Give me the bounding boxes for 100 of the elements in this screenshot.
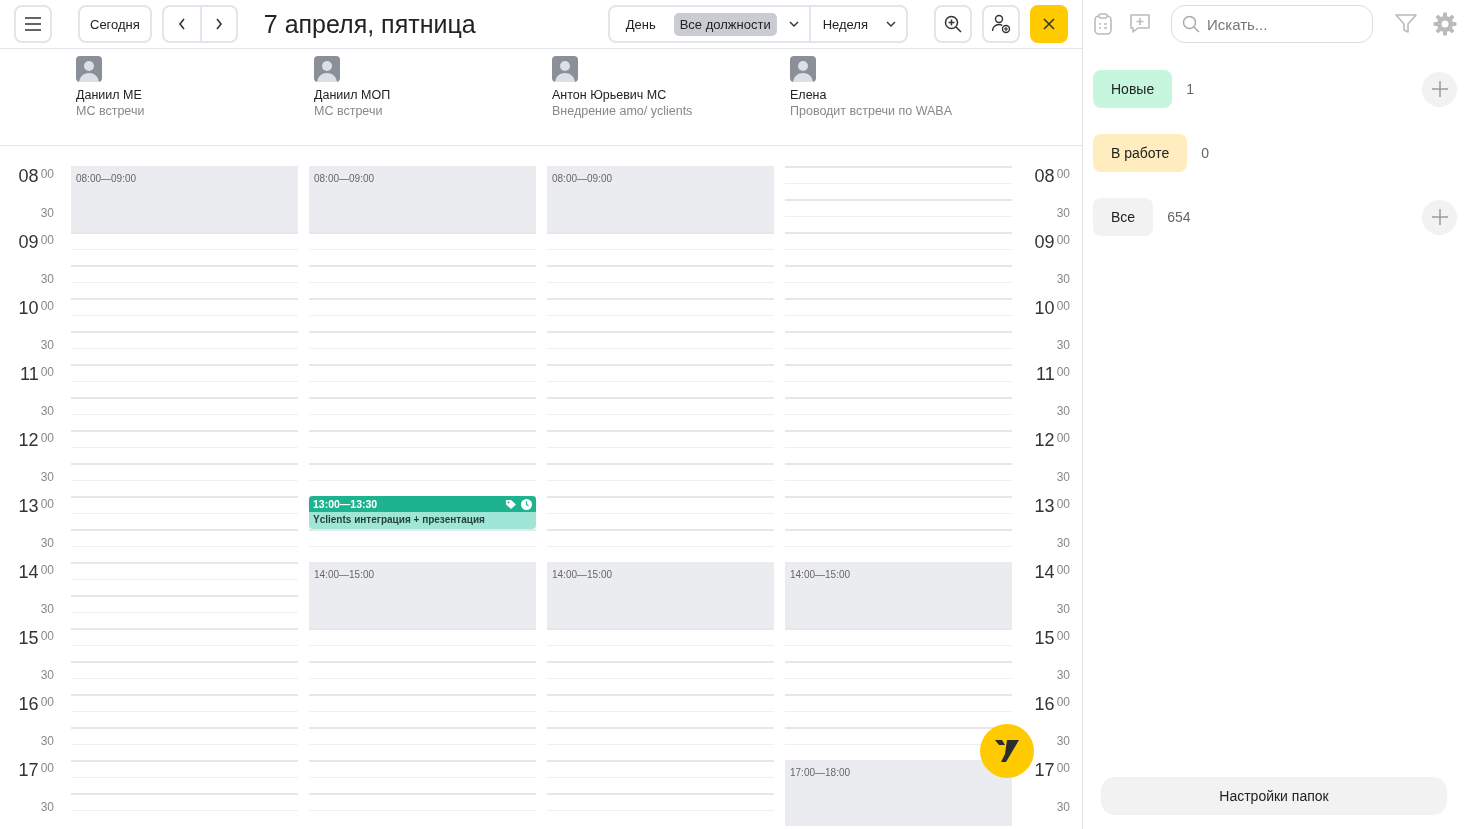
- date-title: 7 апреля, пятница: [263, 9, 477, 39]
- caret-icon: [886, 21, 896, 27]
- employee-role: МС встречи: [314, 104, 384, 118]
- close-button[interactable]: [1030, 5, 1068, 43]
- hour-label: 17: [1034, 760, 1055, 781]
- event-time: 17:00—18:00: [790, 767, 851, 778]
- caret-icon: [788, 21, 799, 27]
- event-time: 08:00—09:00: [76, 173, 137, 184]
- add-user-button[interactable]: [982, 5, 1020, 43]
- event-time: 13:00—13:30: [313, 498, 379, 510]
- minute-label: 00: [40, 497, 54, 511]
- avatar-icon: [790, 56, 816, 82]
- avatar-icon: [552, 56, 578, 82]
- hour-label: 16: [18, 694, 39, 715]
- busy-block[interactable]: 14:00—15:00: [547, 562, 774, 628]
- hour-label: 14: [18, 562, 39, 583]
- meeting-card[interactable]: 13:00—13:30 Yclients интеграция + презентация: [309, 496, 536, 529]
- busy-block[interactable]: 08:00—09:00: [547, 166, 774, 232]
- half-hour-label: 30: [40, 602, 54, 616]
- half-hour-label: 30: [40, 272, 54, 286]
- minute-label: 00: [40, 761, 54, 775]
- logo-icon: [994, 739, 1020, 763]
- folder-settings-button[interactable]: Настройки папок: [1101, 777, 1447, 815]
- minute-label: 00: [1056, 497, 1070, 511]
- half-hour-label: 30: [40, 668, 54, 682]
- half-hour-label: 30: [40, 536, 54, 550]
- hour-label: 08: [1034, 166, 1055, 187]
- avatar-icon: [314, 56, 340, 82]
- employee-name: Даниил МОП: [314, 88, 392, 102]
- hour-label: 09: [1034, 232, 1055, 253]
- busy-block[interactable]: 14:00—15:00: [785, 562, 1012, 628]
- hour-label: 10: [1034, 298, 1055, 319]
- hour-label: 15: [18, 628, 39, 649]
- half-hour-label: 30: [1056, 668, 1070, 682]
- half-hour-label: 30: [1056, 338, 1070, 352]
- employee-role: Проводит встречи по WABA: [790, 104, 953, 118]
- half-hour-label: 30: [40, 404, 54, 418]
- folder-chip[interactable]: В работе: [1093, 134, 1188, 172]
- half-hour-label: 30: [1056, 536, 1070, 550]
- busy-block[interactable]: 08:00—09:00: [71, 166, 298, 232]
- comment-plus-icon[interactable]: [1129, 13, 1151, 35]
- add-button[interactable]: [1422, 71, 1457, 107]
- minute-label: 00: [1056, 365, 1070, 379]
- chevron-right-icon: [214, 18, 223, 30]
- employee-role: МС встречи: [76, 104, 146, 118]
- employee-name: Даниил МЕ: [76, 88, 143, 102]
- hour-label: 09: [18, 232, 39, 253]
- zoom-button[interactable]: [934, 5, 972, 43]
- avatar-icon: [76, 56, 102, 82]
- view-option[interactable]: Неделя: [810, 9, 902, 39]
- today-button[interactable]: Сегодня: [78, 5, 152, 43]
- search-field[interactable]: Искать...: [1171, 5, 1373, 43]
- folder-chip[interactable]: Новые: [1093, 70, 1173, 108]
- event-time: 08:00—09:00: [314, 173, 375, 184]
- hour-label: 12: [1034, 430, 1055, 451]
- minute-label: 00: [40, 299, 54, 313]
- half-hour-label: 30: [40, 800, 54, 814]
- chevron-left-icon: [177, 18, 186, 30]
- event-time: 14:00—15:00: [552, 569, 613, 580]
- half-hour-label: 30: [40, 734, 54, 748]
- minute-label: 00: [40, 563, 54, 577]
- minute-label: 00: [1056, 629, 1070, 643]
- employee-name: Елена: [790, 88, 828, 102]
- user-plus-icon: [991, 14, 1011, 34]
- search-icon: [1182, 15, 1200, 33]
- add-button[interactable]: [1422, 199, 1457, 235]
- logo-button[interactable]: [980, 724, 1034, 778]
- busy-block[interactable]: 17:00—18:00: [785, 760, 1012, 826]
- minute-label: 00: [1056, 233, 1070, 247]
- filter-icon[interactable]: [1395, 14, 1417, 34]
- minute-label: 00: [1056, 695, 1070, 709]
- half-hour-label: 30: [1056, 404, 1070, 418]
- half-hour-label: 30: [1056, 602, 1070, 616]
- menu-button[interactable]: [14, 5, 52, 43]
- employee-role: Внедрение amo/ yclients: [552, 104, 694, 118]
- folder-count: 654: [1167, 209, 1192, 225]
- half-hour-label: 30: [1056, 800, 1070, 814]
- close-icon: [1043, 18, 1055, 30]
- half-hour-label: 30: [1056, 272, 1070, 286]
- clipboard-icon[interactable]: [1093, 12, 1113, 36]
- half-hour-label: 30: [1056, 734, 1070, 748]
- folder-chip[interactable]: Все: [1093, 198, 1154, 236]
- minute-label: 00: [40, 695, 54, 709]
- hour-label: 14: [1034, 562, 1055, 583]
- hour-label: 16: [1034, 694, 1055, 715]
- busy-block[interactable]: 08:00—09:00: [309, 166, 536, 232]
- minute-label: 00: [1056, 167, 1070, 181]
- meeting-title: Yclients интеграция + презентация: [312, 513, 486, 525]
- event-time: 08:00—09:00: [552, 173, 613, 184]
- hour-label: 13: [1034, 496, 1055, 517]
- minute-label: 00: [1056, 431, 1070, 445]
- folder-count: 0: [1201, 145, 1211, 161]
- minute-label: 00: [40, 431, 54, 445]
- half-hour-label: 30: [40, 470, 54, 484]
- busy-block[interactable]: 14:00—15:00: [309, 562, 536, 628]
- zoom-in-icon: [944, 15, 962, 33]
- plus-icon: [1430, 208, 1449, 226]
- clock-icon: [521, 498, 532, 510]
- view-option[interactable]: День: [613, 9, 668, 39]
- hour-label: 17: [18, 760, 39, 781]
